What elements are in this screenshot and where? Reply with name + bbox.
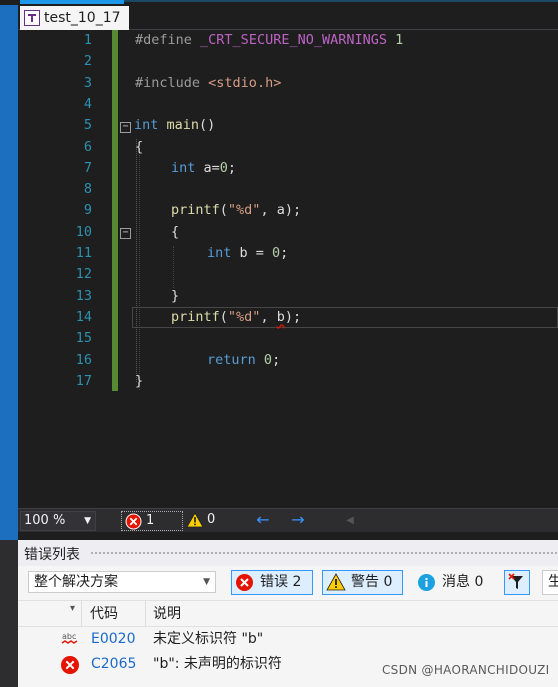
filter-icon: ▾ (69, 603, 75, 614)
line-number: 8 (83, 181, 92, 198)
line-number: 10 (75, 223, 92, 240)
code-line: int main() (134, 117, 216, 134)
line-number-gutter: 1 2 3 4 5 6 7 8 9 10 11 12 13 14 15 16 17 (18, 30, 92, 508)
indent-guide (139, 148, 140, 390)
line-number: 14 (75, 308, 92, 325)
error-list-title-bar[interactable]: 错误列表 (18, 540, 558, 566)
line-number: 9 (83, 202, 92, 219)
line-number: 2 (83, 53, 92, 70)
editor-status-bar: 100 % ▼ 1 0 ← → ◀ (18, 508, 558, 532)
line-number: 11 (75, 245, 92, 261)
collapse-main-icon[interactable]: − (120, 122, 131, 133)
line-number: 1 (83, 32, 92, 48)
line-number: 5 (83, 117, 92, 134)
error-description: "b": 未声明的标识符 (153, 656, 282, 672)
error-description: 未定义标识符 "b" (153, 631, 264, 647)
code-column-header[interactable]: 代码 (82, 601, 146, 627)
line-number: 4 (83, 95, 92, 112)
left-dock-highlight (0, 5, 18, 540)
watermark: CSDN @HAORANCHIDOUZI (382, 663, 550, 677)
code-line: { (171, 223, 180, 240)
error-count-indicator[interactable]: 1 (121, 511, 183, 531)
error-icon (235, 573, 254, 600)
code-line: int b = 0; (207, 245, 289, 261)
line-number: 13 (75, 287, 92, 304)
code-line: { (135, 138, 144, 155)
code-line: printf("%d", a); (171, 202, 302, 219)
line-number: 15 (75, 330, 92, 347)
collapse-block-icon[interactable]: − (120, 228, 131, 239)
errors-filter-button[interactable]: 错误 2 (231, 570, 313, 595)
previous-issue-button[interactable]: ← (253, 512, 273, 530)
warning-icon (186, 512, 204, 534)
chevron-down-icon: ▼ (84, 516, 91, 526)
warning-count-indicator[interactable]: 0 (186, 511, 226, 531)
document-tab-bar: test_10_17 (18, 5, 558, 30)
left-dock-strip (0, 5, 18, 687)
warning-icon (326, 573, 346, 599)
code-line: } (135, 372, 144, 389)
document-well-accent (124, 0, 558, 2)
warnings-filter-button[interactable]: 警告 0 (322, 570, 403, 595)
messages-filter-button[interactable]: 消息 0 (413, 570, 493, 595)
panel-grip[interactable] (90, 551, 558, 556)
error-code: C2065 (91, 656, 137, 672)
indent-guide (173, 246, 174, 288)
build-intellisense-dropdown[interactable]: 生 (542, 570, 558, 595)
line-number: 12 (75, 266, 92, 283)
code-editor[interactable]: 1 2 3 4 5 6 7 8 9 10 11 12 13 14 15 16 17 − − #define _C… (18, 30, 558, 508)
scroll-left-button[interactable]: ◀ (340, 512, 360, 530)
scope-dropdown[interactable]: 整个解决方案 ▼ (28, 571, 216, 593)
code-line: int a=0; (171, 159, 237, 176)
code-line: printf("%d", b); (171, 308, 302, 325)
document-tab[interactable]: test_10_17 (20, 6, 129, 30)
next-issue-button[interactable]: → (288, 512, 308, 530)
zoom-dropdown[interactable]: 100 % ▼ (20, 511, 96, 531)
description-column-header[interactable]: 说明 (146, 601, 558, 627)
line-number: 16 (75, 351, 92, 368)
code-line: return 0; (207, 351, 281, 368)
error-squiggle[interactable]: b (277, 309, 285, 325)
line-number: 17 (75, 372, 92, 389)
line-number: 6 (83, 138, 92, 155)
build-intellisense-filter-button[interactable] (504, 570, 530, 595)
code-line: #define _CRT_SECURE_NO_WARNINGS 1 (135, 32, 404, 48)
error-list-title: 错误列表 (24, 547, 80, 563)
chevron-down-icon: ▼ (203, 577, 210, 587)
code-line: } (171, 287, 180, 304)
info-icon (417, 573, 436, 600)
change-tracking-bar (112, 30, 118, 391)
outline-guide (136, 139, 137, 382)
active-tab-accent (20, 0, 124, 4)
error-list-column-headers: ▾ 代码 说明 (18, 600, 558, 627)
tab-title: test_10_17 (44, 10, 121, 26)
svg-text:abc: abc (62, 632, 76, 641)
error-icon (125, 513, 142, 536)
error-row[interactable]: abc E0020 未定义标识符 "b" (18, 627, 558, 652)
pin-icon[interactable] (24, 10, 40, 26)
error-icon (60, 655, 80, 684)
line-number: 7 (83, 159, 92, 176)
line-number: 3 (83, 74, 92, 91)
error-code: E0020 (91, 631, 136, 647)
column-filter-header[interactable]: ▾ (26, 601, 82, 627)
error-list-toolbar: 整个解决方案 ▼ 错误 2 警告 0 消息 0 生 (18, 566, 558, 599)
funnel-icon (508, 573, 523, 589)
code-line: #include <stdio.h> (135, 74, 282, 91)
